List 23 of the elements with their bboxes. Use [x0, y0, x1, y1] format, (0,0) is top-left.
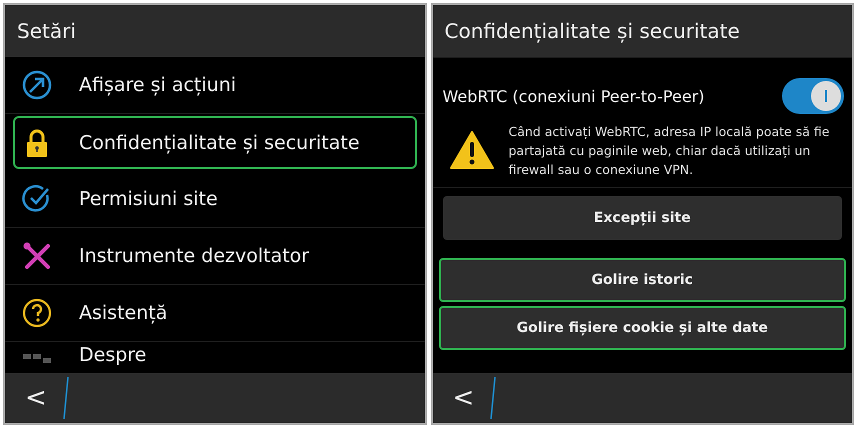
screen-title: Confidențialitate și securitate — [444, 19, 740, 43]
tools-icon — [21, 240, 53, 272]
action-button[interactable]: Golire fișiere cookie și alte date — [438, 306, 846, 350]
settings-item[interactable]: Afișare și acțiuni — [5, 57, 424, 114]
divider-slash-icon — [490, 376, 496, 420]
dots-icon — [21, 352, 53, 364]
action-button[interactable]: Excepții site — [442, 196, 842, 240]
back-button[interactable]: < — [448, 383, 478, 413]
setting-label: WebRTC (conexiuni Peer-to-Peer) — [442, 86, 704, 106]
settings-item[interactable]: Despre — [5, 342, 424, 370]
back-button[interactable]: < — [21, 383, 51, 413]
divider-slash-icon — [62, 376, 69, 420]
action-button[interactable]: Golire istoric — [438, 258, 846, 302]
settings-item[interactable]: Asistență — [5, 285, 424, 342]
arrow-circle-icon — [21, 69, 53, 101]
toggle-switch[interactable] — [782, 78, 844, 114]
help-icon — [21, 297, 53, 329]
warning-icon — [448, 130, 494, 170]
settings-item[interactable]: Instrumente dezvoltator — [5, 228, 424, 285]
screen-title: Setări — [17, 19, 76, 43]
warning-text: Când activați WebRTC, adresa IP locală poate să fie partajată cu paginile web, chiar dacă utilizați un firewall sau o conexiune VPN. — [508, 123, 830, 179]
settings-item[interactable]: Permisiuni site — [5, 171, 424, 228]
settings-item[interactable]: Confidențialitate și securitate — [13, 116, 416, 169]
